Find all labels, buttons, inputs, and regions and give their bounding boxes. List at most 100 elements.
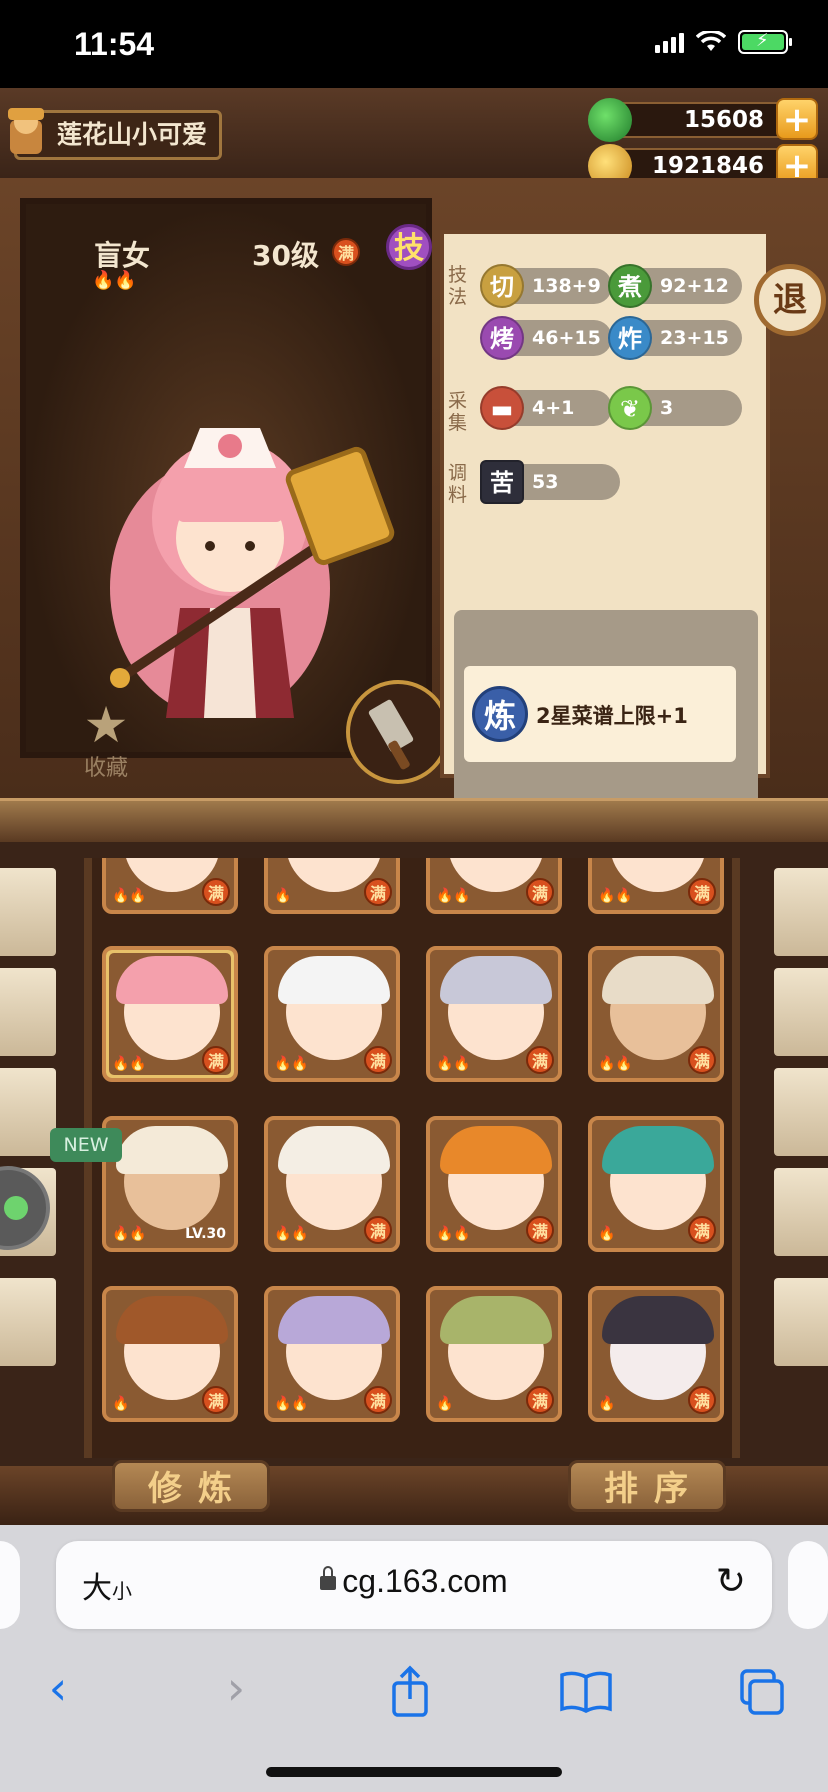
cut-value: 138+9 <box>532 275 601 297</box>
previous-tab-peek[interactable] <box>0 1541 20 1629</box>
max-level-badge: 满 <box>526 1046 554 1074</box>
next-tab-peek[interactable] <box>788 1541 828 1629</box>
url-text: cg.163.com <box>342 1563 508 1599</box>
left-drawer <box>0 1068 56 1156</box>
roast-value: 46+15 <box>532 327 601 349</box>
boil-stat: 煮 92+12 <box>608 264 742 308</box>
sort-button[interactable]: 排序 <box>568 1460 726 1512</box>
seasoning-label: 调料 <box>448 462 468 506</box>
right-drawer <box>774 1168 828 1256</box>
rarity-flames-icon: 🔥🔥 <box>274 1396 309 1412</box>
rarity-flames-icon: 🔥🔥 <box>112 888 147 904</box>
vegetable-icon: ❦ <box>608 386 652 430</box>
exit-button[interactable]: 退 <box>754 264 826 336</box>
chef-card-selected[interactable]: 🔥🔥 满 <box>102 946 238 1082</box>
max-level-badge: 满 <box>526 878 554 906</box>
max-level-badge: 满 <box>688 1216 716 1244</box>
trait-icon: 炼 <box>472 686 528 742</box>
chef-card[interactable]: 🔥🔥 满 <box>264 946 400 1082</box>
chef-card[interactable]: 🔥🔥 满 <box>264 1286 400 1422</box>
roast-stat: 烤 46+15 <box>480 316 612 360</box>
train-button[interactable]: 修炼 <box>112 1460 270 1512</box>
meat-icon: ▬ <box>480 386 524 430</box>
character-portrait <box>110 428 395 718</box>
chef-card[interactable]: 🔥🔥 满 <box>102 858 238 914</box>
bookmarks-icon[interactable] <box>556 1669 616 1713</box>
chef-card[interactable]: 🔥 满 <box>588 1116 724 1252</box>
character-level: 30级 <box>252 239 319 272</box>
trait-text: 2星菜谱上限+1 <box>536 704 688 728</box>
bitter-value: 53 <box>532 471 559 493</box>
forward-icon[interactable]: › <box>206 1661 266 1715</box>
vegetable-value: 3 <box>660 397 674 419</box>
max-level-badge: 满 <box>364 1386 392 1414</box>
rarity-flames-icon: 🔥🔥 <box>112 1056 147 1072</box>
cut-stat: 切 138+9 <box>480 264 612 308</box>
rarity-flames-icon: 🔥🔥 <box>436 888 471 904</box>
trait-card[interactable]: 炼 2星菜谱上限+1 <box>464 666 736 762</box>
wifi-icon <box>696 31 726 51</box>
status-time: 11:54 <box>74 26 155 62</box>
chef-card[interactable]: 🔥🔥 满 <box>426 1116 562 1252</box>
reload-icon[interactable]: ↻ <box>716 1561 746 1602</box>
game-canvas: 莲花山小可爱 15608 + 1921846 + 盲女 🔥🔥 30级 满 技 ★… <box>0 88 828 1525</box>
fry-value: 23+15 <box>660 327 729 349</box>
max-level-badge: 满 <box>364 1046 392 1074</box>
player-name: 莲花山小可爱 <box>57 120 208 149</box>
chef-card[interactable]: 🔥 满 <box>264 858 400 914</box>
chef-card[interactable]: 🔥🔥 满 <box>588 946 724 1082</box>
jade-currency: 15608 + <box>588 98 818 142</box>
rarity-flames-icon: 🔥 <box>112 1396 130 1412</box>
roast-icon: 烤 <box>480 316 524 360</box>
left-drawer <box>0 868 56 956</box>
max-level-badge: 满 <box>364 878 392 906</box>
tabs-icon[interactable] <box>730 1667 790 1717</box>
max-level-badge: 满 <box>332 238 360 266</box>
max-level-badge: 满 <box>526 1216 554 1244</box>
cut-icon: 切 <box>480 264 524 308</box>
rarity-flames-icon: 🔥🔥 <box>112 1226 147 1242</box>
trait-box: 炼 2星菜谱上限+1 <box>454 610 758 830</box>
rarity-flames-icon: 🔥 <box>598 1396 616 1412</box>
chef-card[interactable]: 🔥 满 <box>426 1286 562 1422</box>
chef-card[interactable]: 🔥 满 <box>588 1286 724 1422</box>
chef-card[interactable]: 🔥🔥 满 <box>588 858 724 914</box>
chef-card[interactable]: 🔥 满 <box>102 1286 238 1422</box>
rarity-flames-icon: 🔥🔥 <box>436 1056 471 1072</box>
shelf-divider <box>0 798 828 842</box>
gather-label: 采集 <box>448 390 468 434</box>
right-drawer <box>774 868 828 956</box>
left-drawer <box>0 1278 56 1366</box>
skill-button[interactable]: 技 <box>386 224 432 270</box>
favorite-button[interactable]: ★ 收藏 <box>78 700 134 782</box>
stats-panel: 技法 切 138+9 煮 92+12 烤 46+15 炸 23+15 采集 ▬ … <box>440 230 770 830</box>
lock-icon <box>320 1566 337 1590</box>
meat-stat: ▬ 4+1 <box>480 386 612 430</box>
right-drawer <box>774 1278 828 1366</box>
equipment-slot-button[interactable] <box>346 680 450 784</box>
right-drawer <box>774 1068 828 1156</box>
browser-toolbar: ‹ › <box>0 1655 828 1725</box>
boil-value: 92+12 <box>660 275 729 297</box>
chef-card[interactable]: 🔥🔥 满 <box>426 946 562 1082</box>
max-level-badge: 满 <box>688 878 716 906</box>
coin-amount: 1921846 <box>651 153 764 179</box>
address-bar[interactable]: 大小 cg.163.com ↻ <box>56 1541 772 1629</box>
player-avatar-icon[interactable] <box>4 102 48 158</box>
chef-grid: 🔥🔥 满 🔥 满 🔥🔥 满 🔥🔥 满 🔥🔥 满 🔥🔥 满 🔥🔥 满 🔥🔥 满 🔥… <box>84 858 740 1458</box>
max-level-badge: 满 <box>202 1046 230 1074</box>
back-icon[interactable]: ‹ <box>28 1661 88 1715</box>
rarity-flames-icon: 🔥🔥 <box>274 1226 309 1242</box>
url-display[interactable]: cg.163.com <box>56 1563 772 1600</box>
chef-card[interactable]: 🔥🔥 满 <box>264 1116 400 1252</box>
rarity-flames-icon: 🔥🔥 <box>436 1226 471 1242</box>
share-icon[interactable] <box>380 1665 440 1717</box>
meat-value: 4+1 <box>532 397 575 419</box>
chef-card[interactable]: 🔥🔥 满 <box>426 858 562 914</box>
cleaver-icon <box>368 699 414 770</box>
bitter-icon: 苦 <box>480 460 524 504</box>
add-jade-button[interactable]: + <box>776 98 818 140</box>
chef-card[interactable]: 🔥🔥 LV.30 <box>102 1116 238 1252</box>
max-level-badge: 满 <box>202 1386 230 1414</box>
rarity-flames-icon: 🔥🔥 <box>274 1056 309 1072</box>
